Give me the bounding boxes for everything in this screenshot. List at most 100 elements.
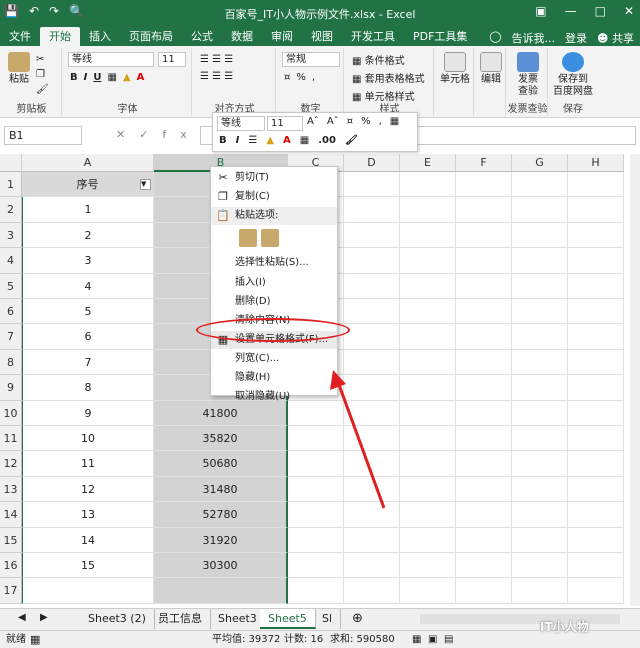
cell[interactable] [512, 299, 568, 325]
format-painter-icon[interactable]: 🖌 [36, 84, 49, 95]
mini-align-icon[interactable]: ☰ [248, 135, 257, 146]
close-icon[interactable]: ✕ [624, 4, 634, 18]
column-header-a[interactable]: A [22, 154, 154, 172]
tell-me-box[interactable]: 告诉我... [512, 30, 556, 46]
mini-border-icon[interactable]: ▦ [300, 135, 309, 146]
save-to-baidu-button[interactable]: 保存到 百度网盘 [550, 52, 596, 98]
prev-sheet-icon[interactable]: ◀ [18, 612, 26, 623]
cell[interactable] [400, 273, 456, 299]
cell[interactable] [512, 451, 568, 477]
tab-home[interactable]: 开始 [40, 27, 80, 46]
paste-option-icon[interactable] [239, 229, 257, 247]
mini-merge-icon[interactable]: ▦ [390, 116, 399, 127]
cell[interactable] [400, 172, 456, 198]
cell[interactable] [568, 578, 624, 604]
column-header-d[interactable]: D [344, 154, 400, 172]
mini-font-select[interactable]: 等线 [217, 116, 265, 131]
cell[interactable] [512, 527, 568, 553]
cell-a[interactable]: 3 [22, 248, 154, 274]
cell[interactable] [568, 324, 624, 350]
cell-a[interactable]: 序号 [22, 172, 154, 198]
cell[interactable] [288, 426, 344, 452]
cell[interactable] [344, 222, 400, 249]
cell[interactable] [568, 375, 624, 401]
row-header[interactable]: 17 [0, 578, 22, 604]
cell-b[interactable]: 30300 [154, 553, 288, 579]
cell[interactable] [512, 222, 568, 249]
copy-icon[interactable]: ❐ [36, 69, 49, 80]
cell[interactable] [400, 502, 456, 528]
cell[interactable] [344, 426, 400, 452]
font-size-select[interactable]: 11 [158, 52, 186, 67]
cell[interactable] [456, 578, 512, 604]
italic-icon[interactable]: I [84, 72, 88, 83]
macro-record-icon[interactable]: ▦ [30, 631, 40, 648]
cell[interactable] [344, 451, 400, 477]
decrease-font-icon[interactable]: Aˇ [327, 116, 339, 127]
mini-percent-icon[interactable]: % [361, 116, 371, 127]
column-header-g[interactable]: G [512, 154, 568, 172]
view-page-layout-icon[interactable]: ▣ [428, 631, 437, 648]
editing-button[interactable]: 编辑 [478, 52, 504, 86]
cell[interactable] [400, 553, 456, 579]
context-menu-item[interactable]: 删除(D) [211, 293, 337, 311]
row-header[interactable]: 9 [0, 375, 22, 401]
view-page-break-icon[interactable]: ▤ [444, 631, 453, 648]
mini-font-color-icon[interactable]: A [283, 135, 291, 146]
underline-icon[interactable]: U [93, 72, 101, 83]
row-header[interactable]: 6 [0, 299, 22, 325]
cell[interactable] [344, 248, 400, 274]
context-menu-item[interactable]: ❐ 复制(C) [211, 188, 337, 206]
cell[interactable] [568, 222, 624, 249]
cell[interactable] [456, 451, 512, 477]
cell[interactable] [456, 553, 512, 579]
align-top-icon[interactable]: ☰ ☰ ☰ [200, 54, 233, 65]
tab-insert[interactable]: 插入 [80, 27, 120, 46]
tab-view[interactable]: 视图 [302, 27, 342, 46]
mini-currency-icon[interactable]: ¤ [347, 116, 353, 127]
context-menu-item[interactable]: 列宽(C)... [211, 350, 337, 368]
sheet-tab-sl[interactable]: Sl [314, 609, 342, 629]
cell[interactable] [456, 349, 512, 376]
cell[interactable] [456, 197, 512, 223]
cell[interactable] [456, 273, 512, 299]
horizontal-scrollbar[interactable] [420, 614, 620, 624]
row-header[interactable]: 10 [0, 400, 22, 426]
column-header-e[interactable]: E [400, 154, 456, 172]
cell-a[interactable]: 11 [22, 451, 154, 477]
percent-icon[interactable]: % [296, 72, 306, 83]
row-header[interactable]: 16 [0, 553, 22, 579]
format-as-table-button[interactable]: ▦ 套用表格格式 [352, 70, 425, 85]
tab-formulas[interactable]: 公式 [182, 27, 222, 46]
row-header[interactable]: 1 [0, 172, 22, 198]
cell[interactable] [456, 222, 512, 249]
cell[interactable] [400, 476, 456, 503]
cell[interactable] [512, 324, 568, 350]
cell-a[interactable]: 15 [22, 553, 154, 579]
row-header[interactable]: 8 [0, 349, 22, 376]
conditional-format-button[interactable]: ▦ 条件格式 [352, 52, 405, 67]
cell[interactable] [568, 349, 624, 376]
mini-fill-icon[interactable]: ▲ [266, 135, 274, 146]
cell-a[interactable]: 1 [22, 197, 154, 223]
cell-b[interactable]: 50680 [154, 451, 288, 477]
cell[interactable] [512, 553, 568, 579]
cell[interactable] [400, 451, 456, 477]
maximize-icon[interactable]: □ [595, 4, 606, 18]
cell[interactable] [400, 578, 456, 604]
view-normal-icon[interactable]: ▦ [412, 631, 421, 648]
cell-a[interactable]: 5 [22, 299, 154, 325]
currency-icon[interactable]: ¤ [284, 72, 290, 83]
cell[interactable] [568, 476, 624, 503]
column-header-h[interactable]: H [568, 154, 624, 172]
cell[interactable] [456, 172, 512, 198]
add-sheet-icon[interactable]: ⊕ [352, 611, 363, 626]
mini-bold-icon[interactable]: B [219, 135, 227, 146]
context-menu-item[interactable]: 插入(I) [211, 274, 337, 292]
cell[interactable] [344, 578, 400, 604]
row-header[interactable]: 11 [0, 426, 22, 452]
name-box[interactable]: B1 [4, 126, 82, 145]
row-header[interactable]: 14 [0, 502, 22, 528]
cell-a[interactable]: 4 [22, 273, 154, 299]
mini-painter-icon[interactable]: 🖌 [345, 135, 358, 146]
